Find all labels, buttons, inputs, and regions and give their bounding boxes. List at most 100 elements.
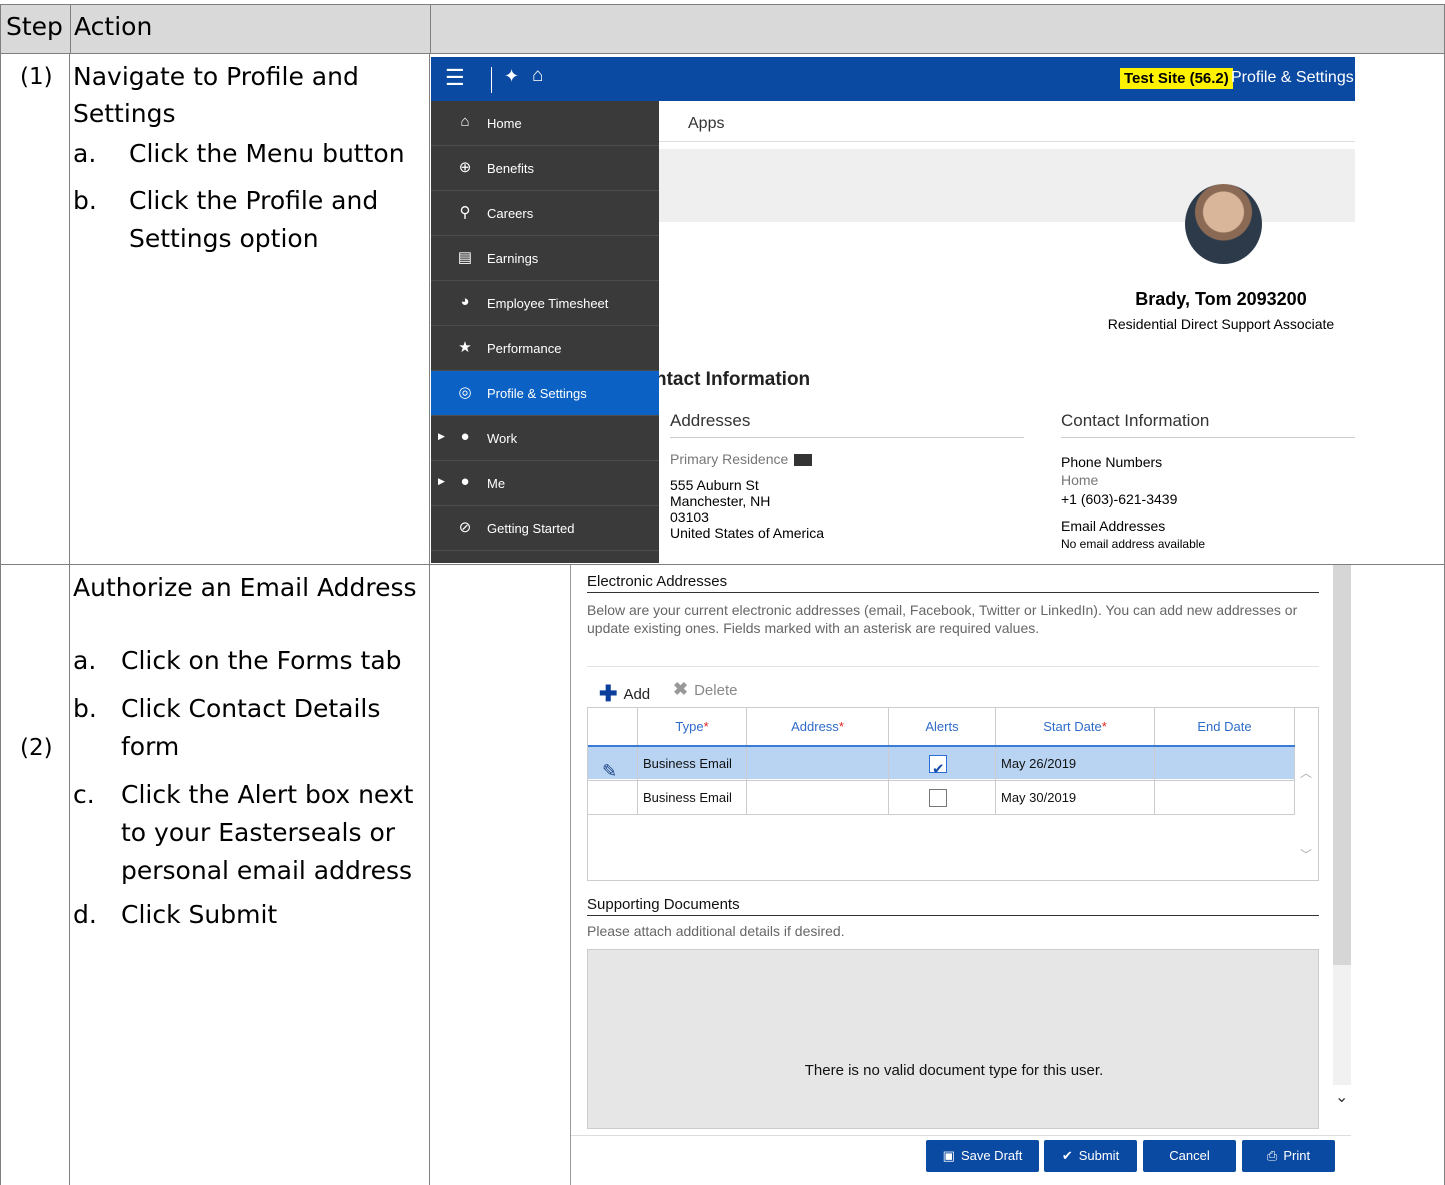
alerts-header-label: Alerts (925, 719, 959, 734)
step-1-item-b-text: Click the Profile and Settings option (129, 182, 378, 258)
step-2-item-c-line1: Click the Alert box next (121, 780, 414, 809)
avatar (1185, 184, 1262, 264)
menu-item-label: Getting Started (487, 521, 575, 536)
menu-item-label: Careers (487, 206, 534, 221)
step-2-item-d-label: d. (73, 900, 97, 929)
menu-item-label: Performance (487, 341, 562, 356)
start-date-header-label: Start Date (1043, 719, 1102, 734)
address-line: 555 Auburn St (670, 477, 759, 493)
cancel-button[interactable]: Cancel (1143, 1140, 1236, 1172)
column-header-edit (588, 708, 638, 745)
menu-item-work[interactable]: ▶ ● Work (431, 416, 659, 461)
delete-button[interactable]: ✖ Delete (673, 679, 737, 700)
tab-divider (659, 141, 1355, 142)
required-asterisk: * (1101, 719, 1107, 734)
supporting-documents-box: There is no valid document type for this… (587, 949, 1319, 1129)
delete-label: Delete (694, 682, 738, 699)
primary-residence-label: Primary Residence (670, 451, 813, 467)
start-date-cell[interactable]: May 30/2019 (996, 781, 1155, 815)
end-date-cell[interactable] (1155, 781, 1295, 815)
end-date-header-label: End Date (1197, 719, 1252, 734)
step-1-title-line1: Navigate to Profile and (73, 62, 359, 91)
site-badge: Test Site (56.2) (1120, 68, 1233, 89)
step-2-item-c-line2: to your Easterseals or (121, 818, 396, 847)
edit-cell[interactable]: ✎ (588, 747, 638, 781)
delete-x-icon: ✖ (673, 679, 689, 699)
email-value: No email address available (1061, 537, 1206, 551)
scrollbar-thumb[interactable] (1333, 565, 1351, 965)
menu-item-me[interactable]: ▶ ● Me (431, 461, 659, 506)
profile-gear-icon: ◎ (458, 384, 472, 401)
step-number-2: (2) (20, 735, 53, 761)
step-2-item-a-label: a. (73, 646, 97, 675)
phone-type: Home (1061, 472, 1099, 488)
address-line: Manchester, NH (670, 493, 771, 509)
electronic-addresses-grid: Type* Address* Alerts Start Date* End Da… (587, 707, 1319, 881)
type-cell[interactable]: Business Email (638, 781, 747, 815)
address-line: United States of America (670, 525, 825, 541)
primary-residence-text: Primary Residence (670, 451, 789, 467)
tab-apps[interactable]: Apps (688, 115, 724, 133)
column-header-alerts[interactable]: Alerts (889, 708, 996, 745)
pin-icon[interactable]: ✦ (504, 66, 519, 87)
person-job-title: Residential Direct Support Associate (1107, 316, 1335, 332)
address-block: 555 Auburn St Manchester, NH 03103 Unite… (670, 477, 824, 541)
save-icon: ▣ (942, 1148, 955, 1163)
alert-checkbox[interactable] (929, 753, 947, 787)
menu-item-profile-settings[interactable]: ◎ Profile & Settings (431, 371, 659, 416)
item-label: a. (73, 139, 97, 168)
scrollbar-track[interactable] (1333, 965, 1351, 1085)
alert-checkbox[interactable] (929, 789, 947, 807)
step-1-item-a: a. (73, 135, 96, 173)
chevron-down-icon[interactable]: ﹀ (1300, 846, 1312, 863)
column-divider (429, 54, 430, 1185)
section-divider (587, 592, 1319, 593)
add-button[interactable]: ✚ Add (599, 679, 651, 706)
profile-settings-screenshot: ☰ ✦ ⌂ Test Site (56.2) Profile & Setting… (431, 57, 1355, 563)
end-date-cell[interactable] (1155, 747, 1295, 781)
table-row[interactable]: ✎ Business Email May 26/2019 (588, 745, 1295, 787)
phone-numbers-label: Phone Numbers (1061, 454, 1163, 470)
table-row[interactable]: Business Email May 30/2019 (588, 780, 1295, 815)
chevron-down-icon[interactable]: ⌄ (1335, 1087, 1348, 1107)
menu-item-earnings[interactable]: ▤ Earnings (431, 236, 659, 281)
address-cell[interactable] (747, 747, 889, 781)
column-header-end-date[interactable]: End Date (1155, 708, 1295, 745)
menu-item-benefits[interactable]: ⊕ Benefits (431, 146, 659, 191)
step-2-item-b-line1: Click Contact Details (121, 694, 381, 723)
item-label: b. (73, 186, 97, 215)
submit-button[interactable]: ✔ Submit (1044, 1140, 1137, 1172)
step-2-item-b-text: Click Contact Details form (121, 690, 380, 766)
home-icon[interactable]: ⌂ (532, 65, 543, 87)
column-header-type[interactable]: Type* (638, 708, 747, 745)
step-1-item-b-line2: Settings option (129, 224, 319, 253)
start-date-cell[interactable]: May 26/2019 (996, 747, 1155, 781)
menu-item-label: Benefits (487, 161, 534, 176)
submit-label: Submit (1078, 1148, 1120, 1163)
type-cell[interactable]: Business Email (638, 747, 747, 781)
menu-item-getting-started[interactable]: ⊘ Getting Started (431, 506, 659, 551)
menu-item-label: Me (487, 476, 506, 491)
save-draft-label: Save Draft (960, 1148, 1023, 1163)
column-header-start-date[interactable]: Start Date* (996, 708, 1155, 745)
menu-item-careers[interactable]: ⚲ Careers (431, 191, 659, 236)
menu-item-home[interactable]: ⌂ Home (431, 101, 659, 146)
column-header-address[interactable]: Address* (747, 708, 889, 745)
header-step: Step (6, 12, 63, 41)
menu-item-employee-timesheet[interactable]: ◕ Employee Timesheet (431, 281, 659, 326)
section-divider (670, 437, 1024, 438)
grid-bottom-line (588, 814, 1295, 815)
menu-item-performance[interactable]: ★ Performance (431, 326, 659, 371)
add-label: Add (623, 686, 651, 703)
step-2-item-b-label: b. (73, 694, 97, 723)
chevron-up-icon[interactable]: ︿ (1300, 764, 1312, 781)
step-2-title: Authorize an Email Address (73, 573, 417, 602)
edit-cell[interactable] (588, 781, 638, 815)
save-draft-button[interactable]: ▣ Save Draft (926, 1140, 1039, 1172)
hamburger-menu-icon[interactable]: ☰ (445, 65, 465, 91)
toolbar-divider (587, 666, 1319, 667)
compass-icon: ⊘ (458, 519, 472, 536)
envelope-icon[interactable] (794, 454, 813, 467)
address-cell[interactable] (747, 781, 889, 815)
print-button[interactable]: ⎙ Print (1242, 1140, 1335, 1172)
